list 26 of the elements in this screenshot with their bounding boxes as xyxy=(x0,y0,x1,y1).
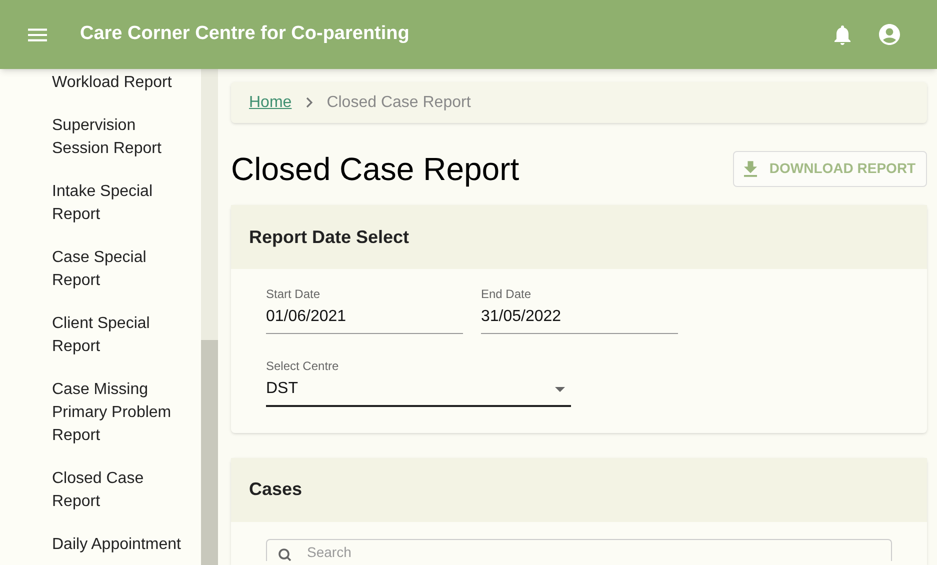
sidebar-item[interactable]: Case Missing Primary Problem Report xyxy=(52,378,193,447)
page-title: Closed Case Report xyxy=(231,152,520,185)
account-icon[interactable] xyxy=(879,24,900,45)
chevron-icon xyxy=(306,97,313,108)
card-title: Report Date Select xyxy=(249,226,410,249)
sidebar-item[interactable]: Closed Case Report xyxy=(52,467,193,513)
breadcrumb-link[interactable]: Home xyxy=(249,90,292,115)
date-field[interactable]: Start Date 01/06/2021 xyxy=(266,287,463,334)
download-icon xyxy=(744,160,758,177)
sidebar-item[interactable]: Intake Special Report xyxy=(52,180,193,226)
breadcrumb-current: Closed Case Report xyxy=(326,92,471,113)
sidebar-item[interactable]: Workload Report xyxy=(52,71,193,94)
date-field[interactable]: End Date 31/05/2022 xyxy=(481,287,678,334)
search-icon xyxy=(278,548,292,560)
scrollbar-thumb[interactable] xyxy=(201,340,218,565)
card-title: Cases xyxy=(249,478,302,501)
sidebar-item[interactable]: Client Special Report xyxy=(52,312,193,358)
menu-icon[interactable] xyxy=(28,28,47,42)
sidebar-item[interactable]: Case Special Report xyxy=(52,246,193,292)
search-field[interactable]: Search xyxy=(266,538,892,560)
dropdown-arrow-icon xyxy=(555,386,565,392)
sidebar-item[interactable]: Supervision Session Report xyxy=(52,114,193,160)
app-title: Care Corner Centre for Co-parenting xyxy=(80,22,410,46)
select-field[interactable]: Select Centre DST xyxy=(266,359,571,408)
notifications-icon[interactable] xyxy=(834,24,851,44)
sidebar-item[interactable]: Daily Appointment xyxy=(52,533,193,556)
